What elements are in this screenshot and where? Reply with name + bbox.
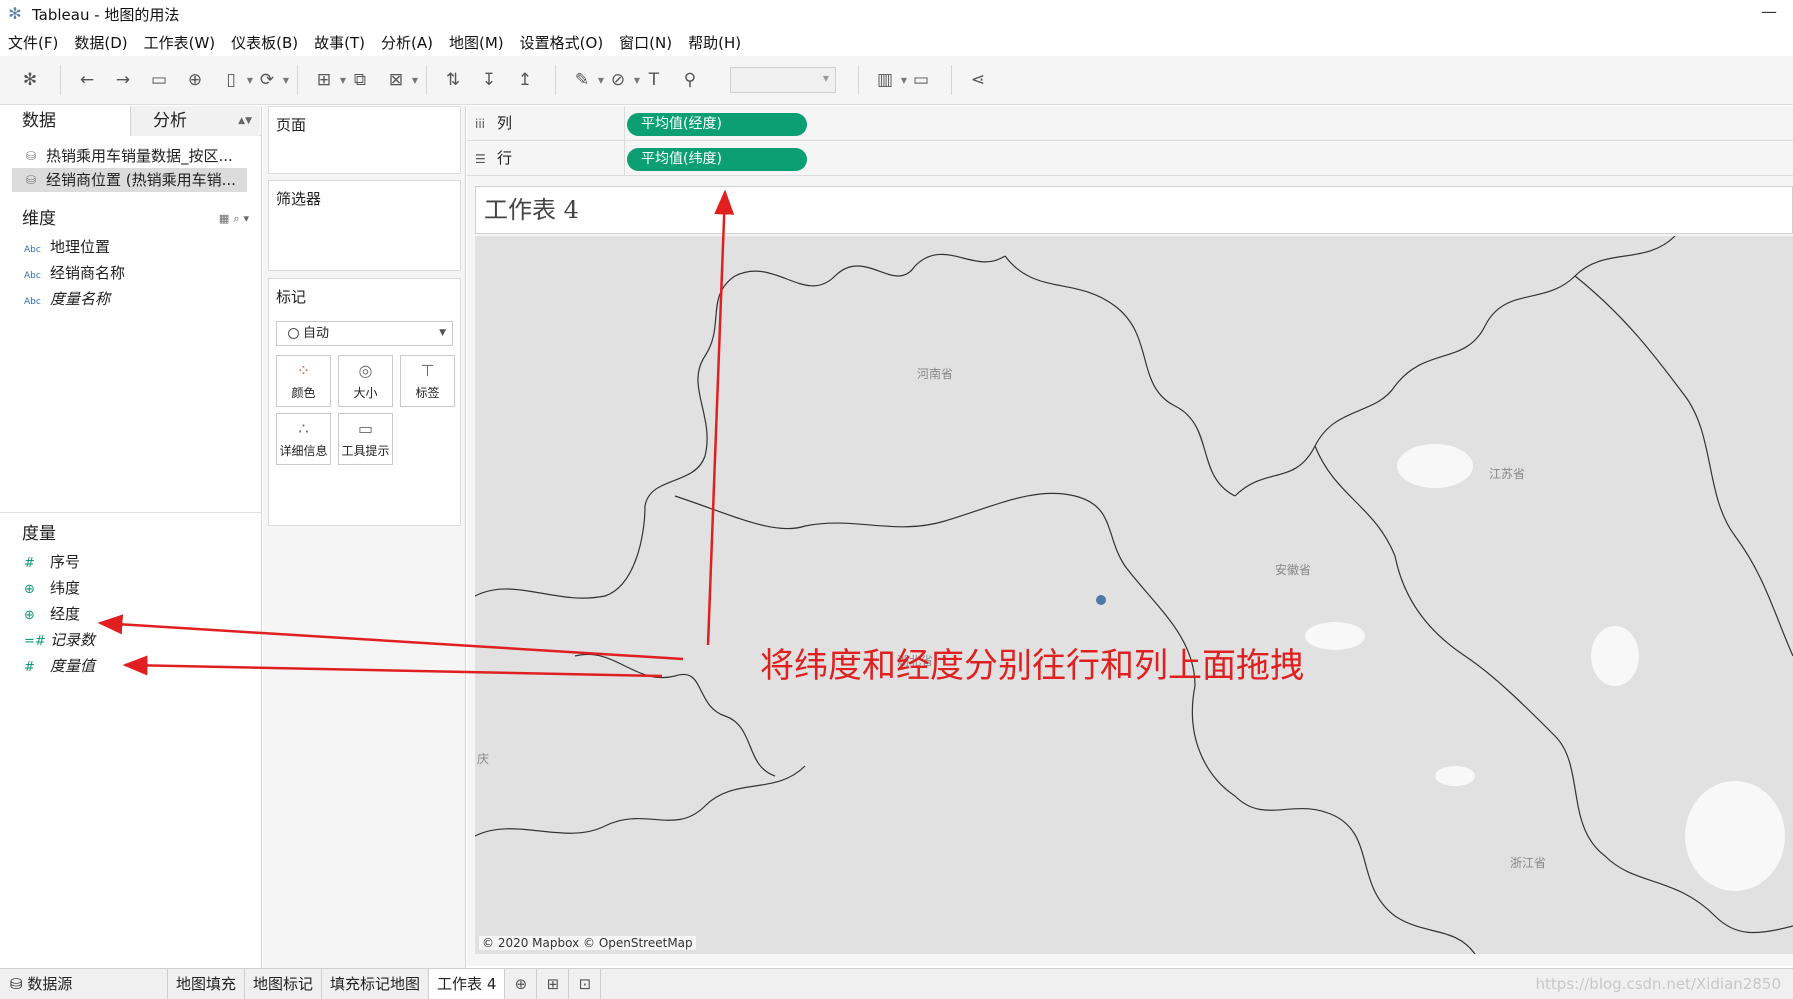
tab-datasource-label: 数据源 — [27, 975, 73, 993]
annotation-arrows — [97, 189, 735, 678]
tab-sheet[interactable]: 地图填充 — [168, 969, 246, 999]
new-dashboard-tab-icon[interactable]: ⊞ — [537, 969, 570, 999]
arrow-to-longitude — [122, 655, 663, 678]
arrow-to-columns-shelf — [706, 189, 735, 646]
arrow-to-latitude — [97, 614, 684, 661]
new-story-tab-icon[interactable]: ⊡ — [569, 969, 602, 999]
tab-sheet[interactable]: 地图标记 — [245, 969, 323, 999]
tab-datasource[interactable]: ⛁ 数据源 — [0, 969, 168, 999]
database-icon: ⛁ — [10, 975, 28, 993]
annotation-text: 将纬度和经度分别往行和列上面拖拽 — [760, 646, 1304, 686]
watermark: https://blog.csdn.net/Xidian2850 — [1535, 975, 1781, 993]
tab-sheet-active[interactable]: 工作表 4 — [429, 969, 506, 999]
new-worksheet-tab-icon[interactable]: ⊕ — [505, 969, 538, 999]
tab-sheet[interactable]: 填充标记地图 — [322, 969, 430, 999]
sheet-tab-bar: ⛁ 数据源 地图填充 地图标记 填充标记地图 工作表 4 ⊕ ⊞ ⊡ https… — [0, 968, 1793, 999]
